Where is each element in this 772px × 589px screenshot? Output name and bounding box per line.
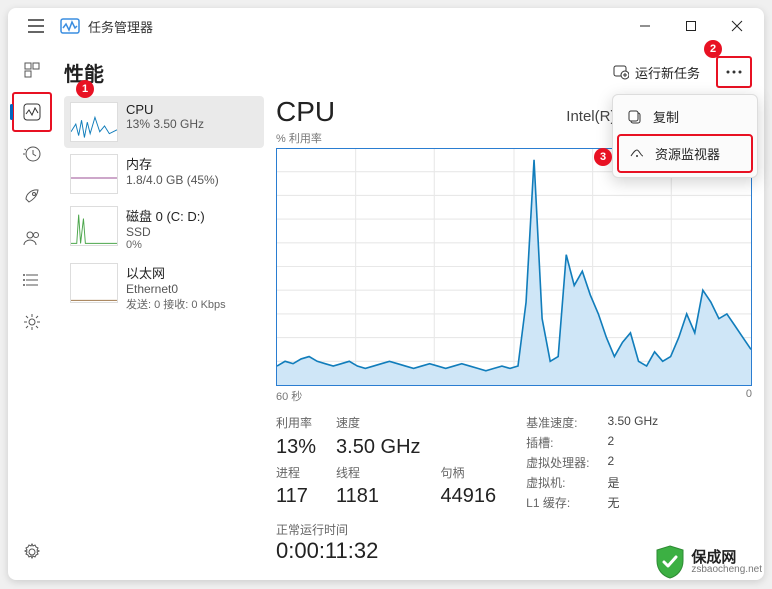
resource-list: CPU13% 3.50 GHz 内存1.8/4.0 GB (45%) 磁盘 0 … — [64, 96, 264, 580]
history-icon — [23, 145, 41, 163]
page-header: 性能 运行新任务 — [64, 52, 752, 92]
watermark: 保成网zsbaocheng.net — [655, 545, 762, 579]
x-axis-right: 0 — [746, 388, 752, 404]
callout-2: 2 — [704, 40, 722, 58]
cpu-usage-chart — [276, 148, 752, 386]
nav-services[interactable] — [12, 302, 52, 342]
gear-icon — [23, 543, 41, 561]
titlebar: 任务管理器 — [8, 8, 764, 44]
minimize-icon — [639, 20, 651, 32]
detail-title: CPU — [276, 96, 335, 128]
ethernet-thumb — [70, 263, 118, 303]
resource-monitor-icon — [629, 146, 645, 162]
details-icon — [23, 271, 41, 289]
nav-details[interactable] — [12, 260, 52, 300]
run-new-task-button[interactable]: 运行新任务 — [603, 59, 710, 86]
uptime-label: 正常运行时间 — [276, 521, 752, 538]
memory-thumb — [70, 154, 118, 194]
resource-item-ethernet[interactable]: 以太网Ethernet0发送: 0 接收: 0 Kbps — [64, 257, 264, 318]
minimize-button[interactable] — [622, 10, 668, 42]
nav-rail — [8, 44, 56, 580]
cpu-thumb — [70, 102, 118, 142]
cpu-info-grid: 基准速度:3.50 GHz 插槽:2 虚拟处理器:2 虚拟机:是 L1 缓存:无 — [526, 414, 658, 511]
more-options-button[interactable] — [716, 56, 752, 88]
startup-icon — [23, 187, 41, 205]
stat-handles: 44916 — [441, 485, 497, 511]
callout-3: 3 — [594, 148, 612, 166]
menu-item-copy[interactable]: 复制 — [617, 99, 753, 134]
disk-thumb — [70, 206, 118, 246]
callout-1: 1 — [76, 80, 94, 98]
app-icon — [60, 16, 80, 36]
stat-utilization: 13% — [276, 436, 316, 462]
hamburger-icon — [28, 19, 44, 33]
stat-processes: 117 — [276, 485, 316, 511]
run-task-icon — [613, 64, 629, 80]
app-title: 任务管理器 — [88, 17, 153, 36]
users-icon — [23, 229, 41, 247]
menu-item-resource-monitor[interactable]: 资源监视器 — [617, 134, 753, 173]
resource-item-disk[interactable]: 磁盘 0 (C: D:)SSD0% — [64, 200, 264, 257]
nav-processes[interactable] — [12, 50, 52, 90]
close-button[interactable] — [714, 10, 760, 42]
hamburger-button[interactable] — [12, 19, 60, 33]
services-icon — [23, 313, 41, 331]
nav-startup[interactable] — [12, 176, 52, 216]
stat-threads: 1181 — [336, 485, 420, 511]
resource-item-memory[interactable]: 内存1.8/4.0 GB (45%) — [64, 148, 264, 200]
shield-icon — [655, 545, 685, 579]
stat-speed: 3.50 GHz — [336, 436, 420, 462]
resource-item-cpu[interactable]: CPU13% 3.50 GHz — [64, 96, 264, 148]
x-axis-left: 60 秒 — [276, 388, 302, 404]
close-icon — [731, 20, 743, 32]
nav-settings[interactable] — [12, 532, 52, 572]
processes-icon — [23, 61, 41, 79]
nav-users[interactable] — [12, 218, 52, 258]
performance-icon — [23, 103, 41, 121]
more-options-menu: 复制 资源监视器 — [612, 94, 758, 178]
more-icon — [726, 70, 742, 74]
stat-grid: 利用率 速度 13% 3.50 GHz 进程 线程 句柄 117 1181 44… — [276, 414, 496, 511]
nav-app-history[interactable] — [12, 134, 52, 174]
maximize-icon — [685, 20, 697, 32]
copy-icon — [627, 109, 643, 125]
maximize-button[interactable] — [668, 10, 714, 42]
nav-performance[interactable] — [12, 92, 52, 132]
